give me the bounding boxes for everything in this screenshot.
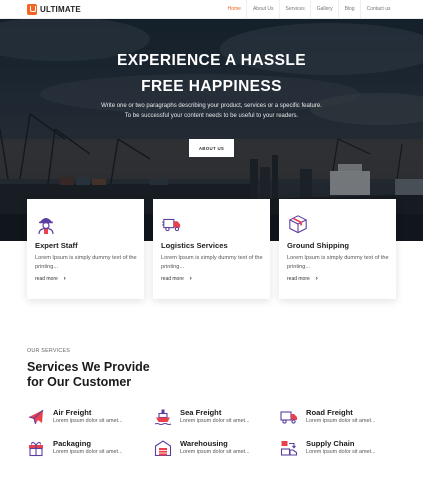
service-description: Lorem ipsum dolor sit amet... bbox=[53, 449, 123, 455]
service-description: Lorem ipsum dolor sit amet... bbox=[53, 418, 123, 424]
services-heading-line-2: for Our Customer bbox=[27, 375, 132, 389]
feature-description: Lorem Ipsum is simply dummy text of the … bbox=[35, 255, 137, 270]
service-item-warehousing[interactable]: Warehousing Lorem ipsum dolor sit amet..… bbox=[154, 439, 274, 459]
logo[interactable]: ULTIMATE bbox=[27, 4, 81, 15]
service-description: Lorem ipsum dolor sit amet... bbox=[306, 449, 376, 455]
feature-card-ground-shipping: Ground Shipping Lorem Ipsum is simply du… bbox=[279, 199, 396, 299]
nav-about-us[interactable]: About Us bbox=[246, 0, 279, 19]
package-box-icon bbox=[289, 215, 307, 234]
gift-box-icon bbox=[29, 441, 43, 457]
service-item-packaging[interactable]: Packaging Lorem ipsum dolor sit amet... bbox=[27, 439, 147, 459]
about-us-button[interactable]: ABOUT US bbox=[189, 139, 234, 157]
worker-icon bbox=[38, 218, 54, 235]
service-item-supply-chain[interactable]: Supply Chain Lorem ipsum dolor sit amet.… bbox=[280, 439, 400, 459]
chevron-right-icon: › bbox=[315, 276, 318, 282]
service-name: Supply Chain bbox=[306, 439, 355, 448]
service-description: Lorem ipsum dolor sit amet... bbox=[180, 418, 250, 424]
read-more-link[interactable]: read more › bbox=[161, 276, 192, 282]
logo-text: ULTIMATE bbox=[40, 5, 81, 14]
nav-home[interactable]: Home bbox=[222, 0, 246, 19]
read-more-link[interactable]: read more › bbox=[35, 276, 66, 282]
feature-description: Lorem Ipsum is simply dummy text of the … bbox=[287, 255, 389, 270]
service-name: Road Freight bbox=[306, 408, 353, 417]
nav-services[interactable]: Services bbox=[279, 0, 310, 19]
hero-subtitle-line-1: Write one or two paragraphs describing y… bbox=[101, 103, 322, 109]
warehouse-icon bbox=[154, 440, 172, 457]
main-nav: Home About Us Services Gallery Blog Cont… bbox=[222, 0, 396, 19]
read-more-label: read more bbox=[35, 276, 58, 282]
hero-subtitle-line-2: To be successful your content needs to b… bbox=[124, 112, 299, 119]
nav-blog[interactable]: Blog bbox=[338, 0, 360, 19]
delivery-truck-icon bbox=[162, 218, 181, 232]
feature-description: Lorem Ipsum is simply dummy text of the … bbox=[161, 255, 263, 270]
service-description: Lorem ipsum dolor sit amet... bbox=[306, 418, 376, 424]
nav-gallery[interactable]: Gallery bbox=[310, 0, 338, 19]
service-name: Sea Freight bbox=[180, 408, 222, 417]
chevron-right-icon: › bbox=[189, 276, 192, 282]
nav-contact-us[interactable]: Contact us bbox=[360, 0, 396, 19]
truck-icon bbox=[280, 411, 297, 424]
feature-title: Logistics Services bbox=[161, 241, 228, 250]
service-item-sea-freight[interactable]: Sea Freight Lorem ipsum dolor sit amet..… bbox=[154, 408, 274, 428]
service-description: Lorem ipsum dolor sit amet... bbox=[180, 449, 250, 455]
services-heading-line-1: Services We Provide bbox=[27, 360, 150, 374]
service-name: Air Freight bbox=[53, 408, 92, 417]
feature-title: Expert Staff bbox=[35, 241, 78, 250]
supply-chain-icon bbox=[280, 441, 298, 456]
read-more-label: read more bbox=[161, 276, 184, 282]
logo-icon bbox=[27, 4, 37, 15]
service-item-road-freight[interactable]: Road Freight Lorem ipsum dolor sit amet.… bbox=[280, 408, 400, 428]
ship-icon bbox=[154, 409, 172, 425]
services-eyebrow: OUR SERVICES bbox=[27, 348, 71, 354]
services-heading: Services We Provide for Our Customer bbox=[27, 360, 227, 390]
feature-title: Ground Shipping bbox=[287, 241, 350, 250]
feature-card-logistics-services: Logistics Services Lorem Ipsum is simply… bbox=[153, 199, 270, 299]
service-name: Warehousing bbox=[180, 439, 228, 448]
read-more-label: read more bbox=[287, 276, 310, 282]
hero-subtitle: Write one or two paragraphs describing y… bbox=[60, 102, 363, 121]
service-item-air-freight[interactable]: Air Freight Lorem ipsum dolor sit amet..… bbox=[27, 408, 147, 428]
read-more-link[interactable]: read more › bbox=[287, 276, 318, 282]
hero-title: EXPERIENCE A HASSLE FREE HAPPINESS bbox=[0, 48, 423, 100]
service-name: Packaging bbox=[53, 439, 91, 448]
feature-card-expert-staff: Expert Staff Lorem Ipsum is simply dummy… bbox=[27, 199, 144, 299]
hero-title-line-2: FREE HAPPINESS bbox=[141, 78, 282, 95]
airplane-icon bbox=[28, 409, 44, 425]
hero-title-line-1: EXPERIENCE A HASSLE bbox=[116, 52, 307, 69]
site-header: ULTIMATE Home About Us Services Gallery … bbox=[0, 0, 423, 19]
chevron-right-icon: › bbox=[63, 276, 66, 282]
